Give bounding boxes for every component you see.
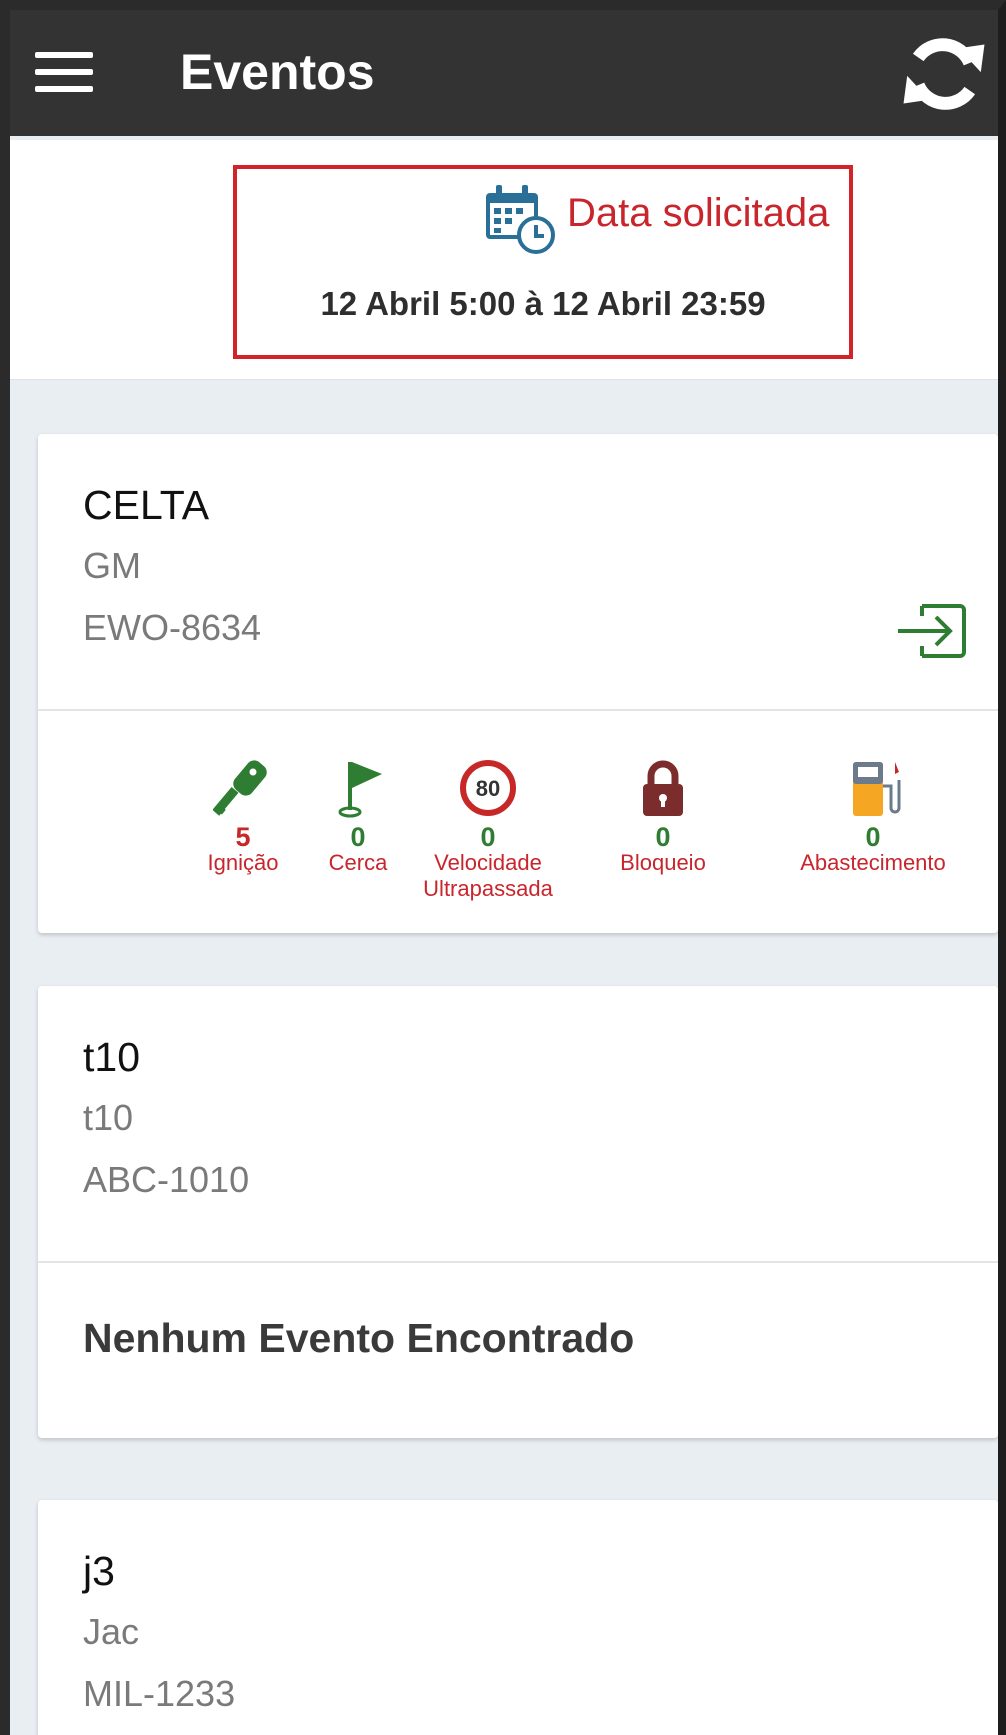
app-bar: Eventos — [10, 10, 998, 136]
hamburger-icon-line — [35, 52, 93, 58]
date-filter-panel: Data solicitada 12 Abril 5:00 à 12 Abril… — [10, 140, 998, 380]
open-vehicle-icon[interactable] — [894, 596, 970, 666]
page-title: Eventos — [180, 44, 375, 100]
phone-frame: Eventos Data solicitada 12 Abril 5:00 à … — [0, 0, 1006, 1735]
no-events-message: Nenhum Evento Encontrado — [83, 1315, 635, 1361]
fuel-pump-icon — [853, 762, 901, 816]
vehicle-model: CELTA — [83, 482, 210, 528]
event-count: 0 — [865, 822, 881, 852]
date-range-text: 12 Abril 5:00 à 12 Abril 23:59 — [320, 285, 766, 322]
vehicle-plate: EWO-8634 — [83, 607, 262, 648]
padlock-icon — [643, 760, 683, 816]
vehicle-card-header: j3 Jac MIL-1233 — [38, 1500, 998, 1735]
event-label: Abastecimento — [800, 850, 946, 875]
vehicle-card: CELTA GM EWO-8634 5 Ignição 0 Cerca 80 0… — [38, 434, 998, 933]
event-fueling[interactable]: 0 Abastecimento — [783, 756, 963, 876]
event-speeding[interactable]: 80 0 Velocidade Ultrapassada — [418, 756, 558, 902]
speed-limit-icon: 80 — [460, 760, 516, 816]
vehicle-plate: ABC-1010 — [83, 1159, 250, 1200]
key-icon — [213, 760, 267, 816]
calendar-clock-icon — [486, 185, 555, 254]
svg-text:80: 80 — [476, 776, 500, 801]
flag-icon — [338, 762, 382, 818]
menu-button[interactable] — [35, 52, 93, 92]
date-filter-highlight[interactable]: Data solicitada 12 Abril 5:00 à 12 Abril… — [233, 165, 853, 359]
vehicle-card: j3 Jac MIL-1233 — [38, 1500, 998, 1735]
vehicle-card-header: CELTA GM EWO-8634 — [38, 434, 998, 709]
event-count: 5 — [235, 822, 251, 852]
vehicle-model: t10 — [83, 1034, 140, 1080]
event-summary-row: 5 Ignição 0 Cerca 80 0 Velocidade Ultrap — [38, 711, 998, 933]
event-count: 0 — [655, 822, 671, 852]
vehicle-model: j3 — [83, 1548, 115, 1594]
vehicle-brand: Jac — [83, 1611, 140, 1652]
event-label: Ignição — [207, 850, 279, 875]
event-label: Bloqueio — [620, 850, 706, 875]
vehicle-card: t10 t10 ABC-1010 Nenhum Evento Encontrad… — [38, 986, 998, 1438]
event-fence[interactable]: 0 Cerca — [318, 756, 398, 876]
vehicle-brand: GM — [83, 545, 141, 586]
event-block[interactable]: 0 Bloqueio — [603, 756, 723, 876]
hamburger-icon-line — [35, 69, 93, 75]
event-count: 0 — [480, 822, 496, 852]
date-filter-label: Data solicitada — [567, 191, 830, 235]
vehicle-plate: MIL-1233 — [83, 1673, 236, 1714]
hamburger-icon-line — [35, 86, 93, 92]
vehicle-brand: t10 — [83, 1097, 134, 1138]
event-label: Cerca — [328, 850, 388, 875]
vehicle-card-header: t10 t10 ABC-1010 — [38, 986, 998, 1261]
event-label: Velocidade Ultrapassada — [423, 850, 553, 901]
event-count: 0 — [350, 822, 366, 852]
refresh-icon[interactable] — [898, 28, 990, 120]
event-ignition[interactable]: 5 Ignição — [188, 756, 298, 876]
